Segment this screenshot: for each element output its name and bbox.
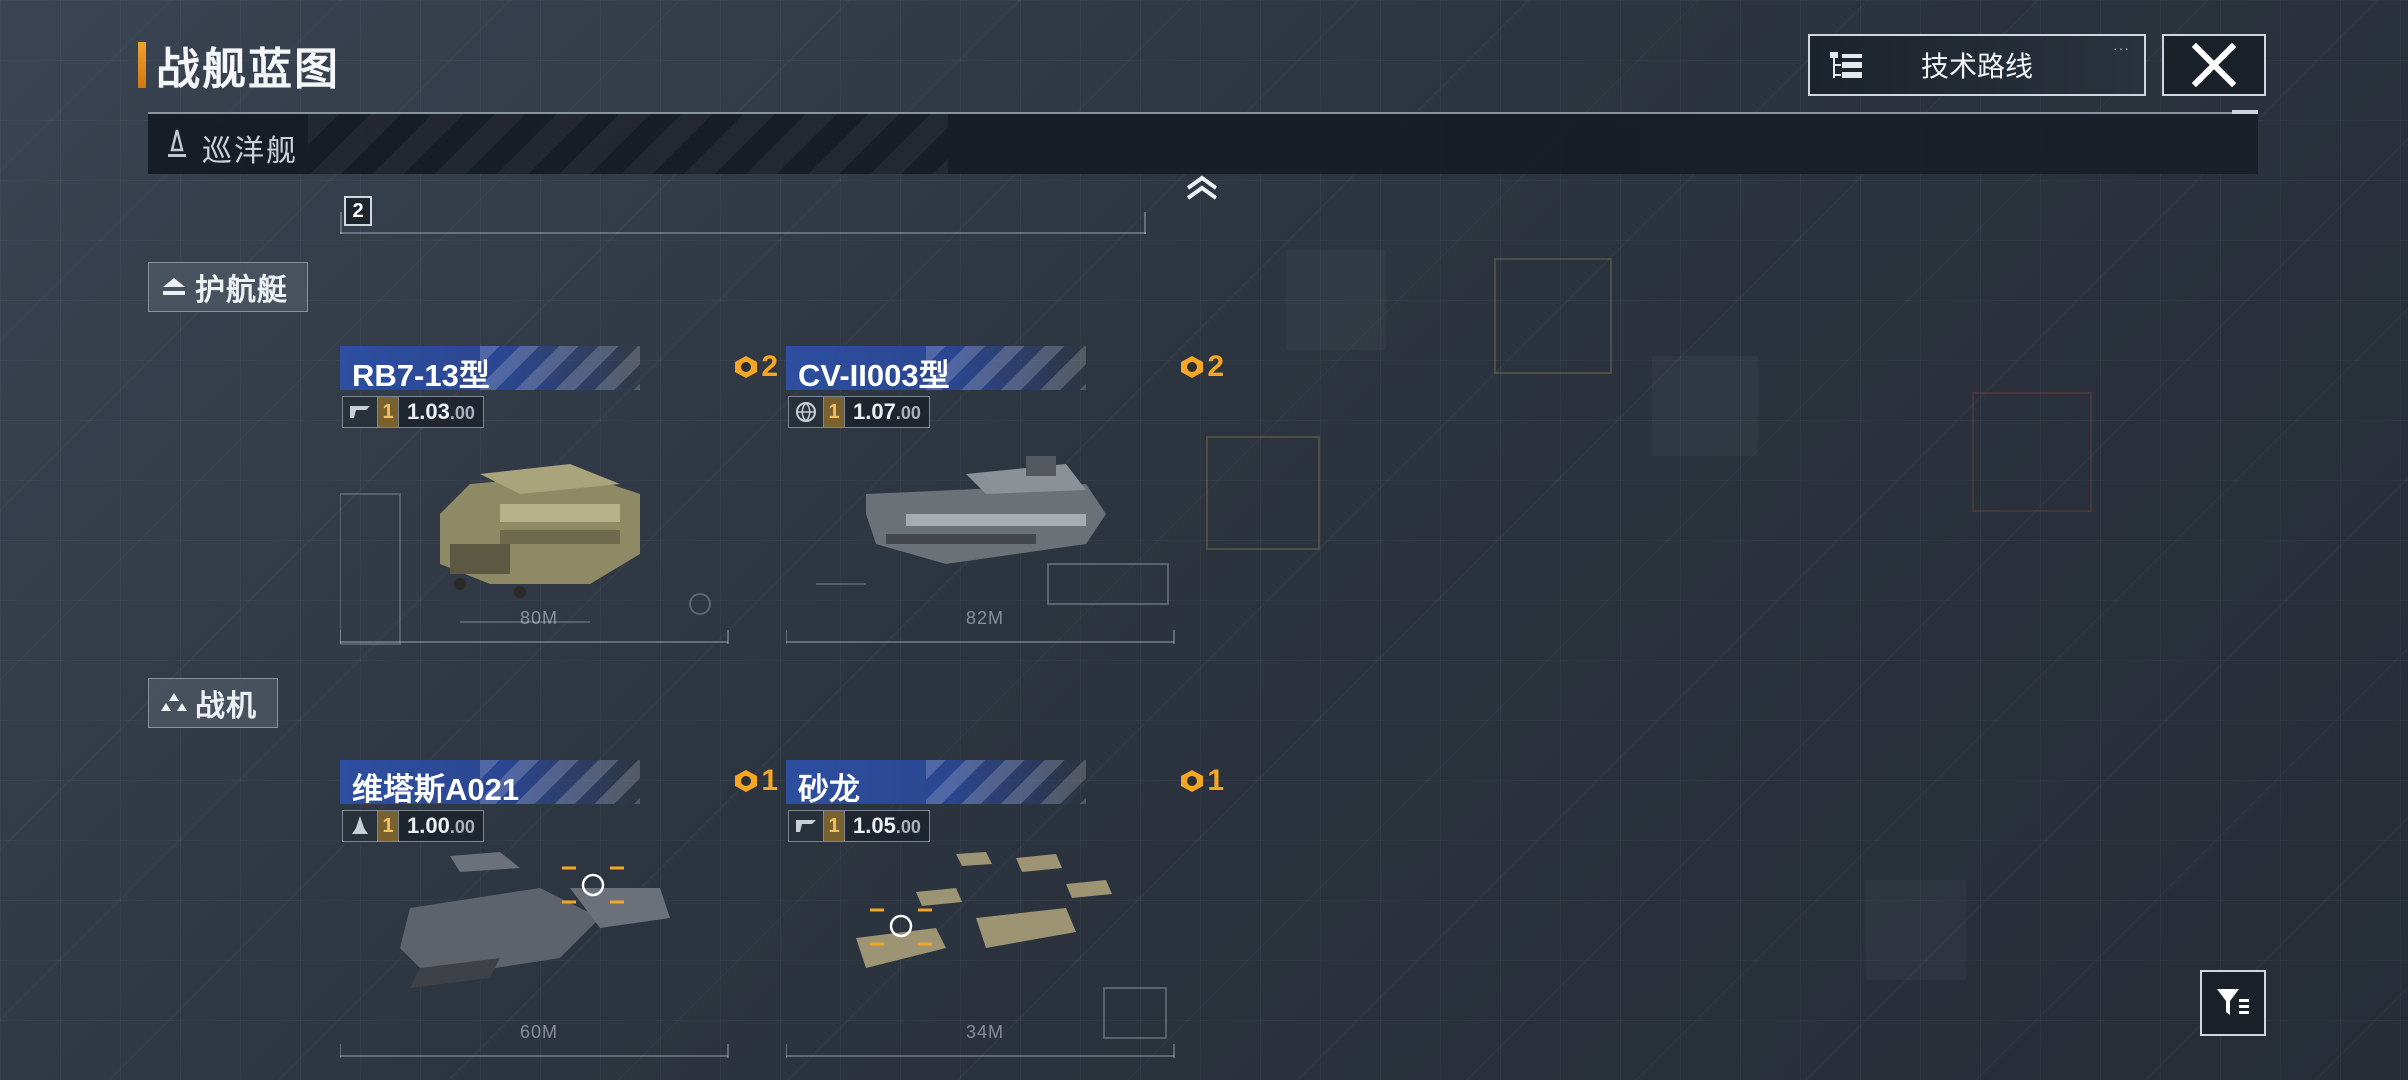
tab-fighter[interactable]: 战机 <box>148 678 278 728</box>
cost-icon <box>735 356 758 378</box>
version-box: 1.05 .00 <box>845 810 930 842</box>
ship-art-sandragon <box>856 852 1112 968</box>
collapse-chevron-icon[interactable] <box>1184 174 1220 204</box>
tab-label: 战机 <box>195 690 257 723</box>
category-bar-cruiser[interactable]: 巡洋舰 <box>148 110 2258 174</box>
tab-escort[interactable]: 护航艇 <box>148 262 308 312</box>
version-sub: .00 <box>449 403 475 423</box>
ship-card-cv[interactable]: CV-II003型 2 1 1.07 .00 82M <box>786 346 1234 646</box>
tier-badge: 1 <box>378 396 399 428</box>
ship-card-rb7[interactable]: RB7-13型 2 1 1.03 .00 80M <box>340 346 788 646</box>
cost-value: 2 <box>761 350 778 383</box>
tech-route-button[interactable]: 技术路线 ··· <box>1808 34 2146 96</box>
version-sub: .00 <box>449 817 475 837</box>
ship-card-sandragon[interactable]: 砂龙 1 1 1.05 .00 34M <box>786 760 1234 1060</box>
info-row: 1 1.03 .00 <box>342 396 484 428</box>
tech-route-label: 技术路线 <box>1920 51 2033 82</box>
cost-value: 2 <box>1207 350 1224 383</box>
filter-icon <box>2217 989 2249 1015</box>
cost-icon <box>1181 770 1204 792</box>
tier-badge: 1 <box>824 396 845 428</box>
info-row: 1 1.00 .00 <box>342 810 484 842</box>
version-main: 1.03 <box>407 399 450 424</box>
ship-length: 60M <box>520 1022 559 1042</box>
ship-name: RB7-13型 <box>352 358 490 393</box>
ship-art-cv <box>866 456 1106 564</box>
ship-name: CV-II003型 <box>798 358 950 393</box>
page-title: 战舰蓝图 <box>156 45 340 94</box>
ship-schematic <box>340 852 729 1058</box>
name-bar-stripes <box>480 346 640 390</box>
title-accent-bar <box>138 42 146 88</box>
version-sub: .00 <box>895 403 921 423</box>
cost-value: 1 <box>761 764 778 797</box>
version-main: 1.00 <box>407 813 450 838</box>
close-button[interactable] <box>2162 34 2266 96</box>
cost-value: 1 <box>1207 764 1224 797</box>
name-bar-stripes <box>926 760 1086 804</box>
schematic-tick <box>340 212 342 234</box>
version-box: 1.03 .00 <box>399 396 484 428</box>
cost-badge: 2 <box>1179 350 1224 384</box>
version-box: 1.07 .00 <box>845 396 930 428</box>
ship-length: 34M <box>966 1022 1005 1042</box>
ship-card-vitas[interactable]: 维塔斯A021 1 1 1.00 .00 60M <box>340 760 788 1060</box>
cruiser-icon <box>168 129 186 157</box>
fighter-squadron-icon <box>161 693 187 711</box>
decor-block <box>1866 880 1966 980</box>
decor-block <box>1652 356 1758 456</box>
tab-label: 护航艇 <box>195 274 288 307</box>
schematic-ruler <box>340 232 1146 234</box>
ship-length: 80M <box>520 608 559 628</box>
category-label: 巡洋舰 <box>202 135 298 168</box>
decor-block <box>1286 250 1386 350</box>
name-bar-stripes <box>926 346 1086 390</box>
more-dots: ··· <box>2113 40 2130 56</box>
tier-badge: 1 <box>824 810 845 842</box>
fighter-logo-icon <box>342 396 378 428</box>
decor-square <box>1972 392 2092 512</box>
info-row: 1 1.07 .00 <box>788 396 930 428</box>
ship-schematic <box>786 456 1175 644</box>
version-main: 1.07 <box>853 399 896 424</box>
ship-art-vitas <box>400 852 670 988</box>
version-sub: .00 <box>895 817 921 837</box>
cost-badge: 1 <box>733 764 778 798</box>
schematic-tick <box>1144 212 1146 234</box>
page-header: 战舰蓝图 <box>138 40 340 94</box>
decor-square <box>1494 258 1612 374</box>
rocket-icon <box>342 810 378 842</box>
ship-art-rb7 <box>440 464 640 598</box>
tier-badge: 1 <box>378 810 399 842</box>
cost-badge: 2 <box>733 350 778 384</box>
info-row: 1 1.05 .00 <box>788 810 930 842</box>
cost-icon <box>735 770 758 792</box>
ship-schematic <box>786 852 1175 1058</box>
cost-icon <box>1181 356 1204 378</box>
ship-schematic <box>340 464 729 645</box>
version-box: 1.00 .00 <box>399 810 484 842</box>
close-icon <box>2192 43 2236 87</box>
fighter-logo-icon <box>788 810 824 842</box>
version-main: 1.05 <box>853 813 896 838</box>
bar-stripes <box>308 114 948 174</box>
globe-icon <box>788 396 824 428</box>
ship-length: 82M <box>966 608 1005 628</box>
filter-button[interactable] <box>2200 970 2266 1036</box>
bar-end-mark <box>2232 110 2258 114</box>
escort-icon <box>163 278 185 295</box>
hidden-count-badge: 2 <box>344 196 372 226</box>
cost-badge: 1 <box>1179 764 1224 798</box>
ship-name: 砂龙 <box>798 772 860 807</box>
ship-name: 维塔斯A021 <box>352 772 520 807</box>
